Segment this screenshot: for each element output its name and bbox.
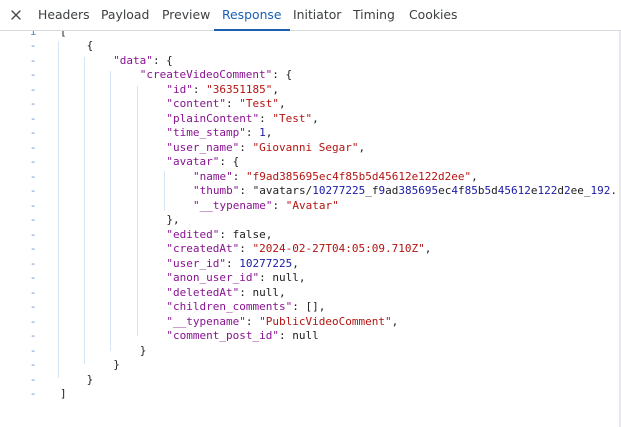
code-line: -] [0,387,619,402]
code-text: "user_id": 10277225, [166,256,299,270]
code-text: [ [60,31,67,38]
code-text: "id": "36351185", [166,82,279,96]
line-gutter-marker: - [29,155,37,168]
code-line: - "content": "Test", [0,97,619,112]
tab-response-label: Response [222,7,282,22]
code-line: - "name": "f9ad385695ec4f85b5d45612e122d2… [0,170,619,185]
tab-initiator[interactable]: Initiator [293,0,341,30]
line-gutter-marker: - [29,271,37,284]
line-gutter-marker: - [29,111,37,125]
tab-initiator-label: Initiator [293,7,342,22]
line-gutter-marker: - [29,329,37,342]
tab-cookies[interactable]: Cookies [409,0,458,30]
line-gutter-marker: - [29,300,37,313]
line-gutter-marker: - [29,213,37,226]
line-gutter-marker: - [29,97,37,110]
code-line: - "children_comments": [], [0,300,619,315]
code-line: - "createVideoComment": { [0,68,619,83]
code-text: } [113,358,120,371]
tab-timing[interactable]: Timing [353,0,395,30]
line-gutter-marker: - [29,314,37,328]
line-gutter-marker: - [29,372,37,386]
line-gutter-marker: - [29,343,37,357]
response-code-viewer[interactable]: 1[-{- "data": {- "createVideoComment": {- "… [0,31,619,427]
tab-payload-label: Payload [101,7,150,22]
tab-preview-label: Preview [162,7,211,22]
code-text: "user_name": "Giovanni Segar", [166,140,366,154]
code-line: - "anon_user_id": null, [0,271,619,286]
code-text: { [86,39,94,52]
devtools-tab-bar: Headers Payload Preview Response Initiat… [0,0,621,31]
line-gutter-marker: - [29,387,37,400]
tab-preview[interactable]: Preview [162,0,210,30]
tab-response[interactable]: Response [214,0,290,31]
tab-timing-label: Timing [353,7,395,22]
code-line: - "id": "36351185", [0,83,619,98]
code-line: - "edited": false, [0,228,619,243]
code-text: "__typename": "PublicVideoComment", [166,314,399,328]
line-gutter-marker: - [29,39,37,52]
line-gutter-marker: - [29,198,37,212]
line-gutter-marker: - [29,68,37,81]
code-line: 1[ [0,31,619,39]
code-line: -} [0,373,619,388]
code-text: "name": "f9ad385695ec4f85b5d45612e122d2e… [193,169,478,183]
code-line: - "user_id": 10277225, [0,257,619,272]
code-text: "anon_user_id": null, [166,271,306,284]
code-line: - "createdAt": "2024-02-27T04:05:09.710Z"… [0,242,619,257]
code-text: "__typename": "Avatar" [193,198,339,212]
code-line: -}, [0,213,619,228]
code-text: } [86,372,94,386]
line-gutter-marker: - [29,126,37,139]
code-line: - "__typename": "PublicVideoComment", [0,315,619,330]
code-text: "data": { [113,53,173,67]
code-text: "createVideoComment": { [139,68,293,81]
code-text: "plainContent": "Test", [166,111,319,125]
line-gutter-marker: - [29,140,37,154]
code-line: - "comment_post_id": null [0,329,619,344]
code-text: "comment_post_id": null [166,329,319,342]
code-text: "deletedAt": null, [166,285,286,299]
code-line: - "plainContent": "Test", [0,112,619,127]
line-gutter-marker: - [29,184,37,197]
code-line: -{ [0,39,619,54]
code-text: "content": "Test", [166,97,286,110]
code-text: ] [60,387,67,400]
line-gutter-marker: 1 [29,31,37,38]
close-icon[interactable] [8,7,24,23]
code-line: - "deletedAt": null, [0,286,619,301]
line-gutter-marker: - [29,256,37,270]
code-line: - "__typename": "Avatar" [0,199,619,214]
tab-headers-label: Headers [38,7,90,22]
tab-payload[interactable]: Payload [101,0,149,30]
code-line: -} [0,344,619,359]
line-gutter-marker: - [29,82,37,96]
code-text: "createdAt": "2024-02-27T04:05:09.710Z", [166,242,432,255]
code-line: -} [0,358,619,373]
code-text: "avatar": { [166,155,240,168]
line-gutter-marker: - [29,285,37,299]
code-text: }, [166,213,180,226]
line-gutter-marker: - [29,169,37,183]
line-gutter-marker: - [29,242,37,255]
code-text: "thumb": "avatars/10277225_f9ad385695ec4… [193,184,617,197]
tab-headers[interactable]: Headers [38,0,90,30]
code-line: - "user_name": "Giovanni Segar", [0,141,619,156]
code-text: "edited": false, [166,227,273,241]
code-text: } [139,343,147,357]
code-line: - "avatar": { [0,155,619,170]
line-gutter-marker: - [29,227,37,241]
code-line: - "thumb": "avatars/10277225_f9ad385695ec… [0,184,619,199]
code-text: "time_stamp": 1, [166,126,273,139]
line-gutter-marker: - [29,53,37,67]
line-gutter-marker: - [29,358,37,371]
code-line: - "time_stamp": 1, [0,126,619,141]
code-line: - "data": { [0,54,619,69]
code-text: "children_comments": [], [166,300,326,313]
tab-cookies-label: Cookies [409,7,458,22]
